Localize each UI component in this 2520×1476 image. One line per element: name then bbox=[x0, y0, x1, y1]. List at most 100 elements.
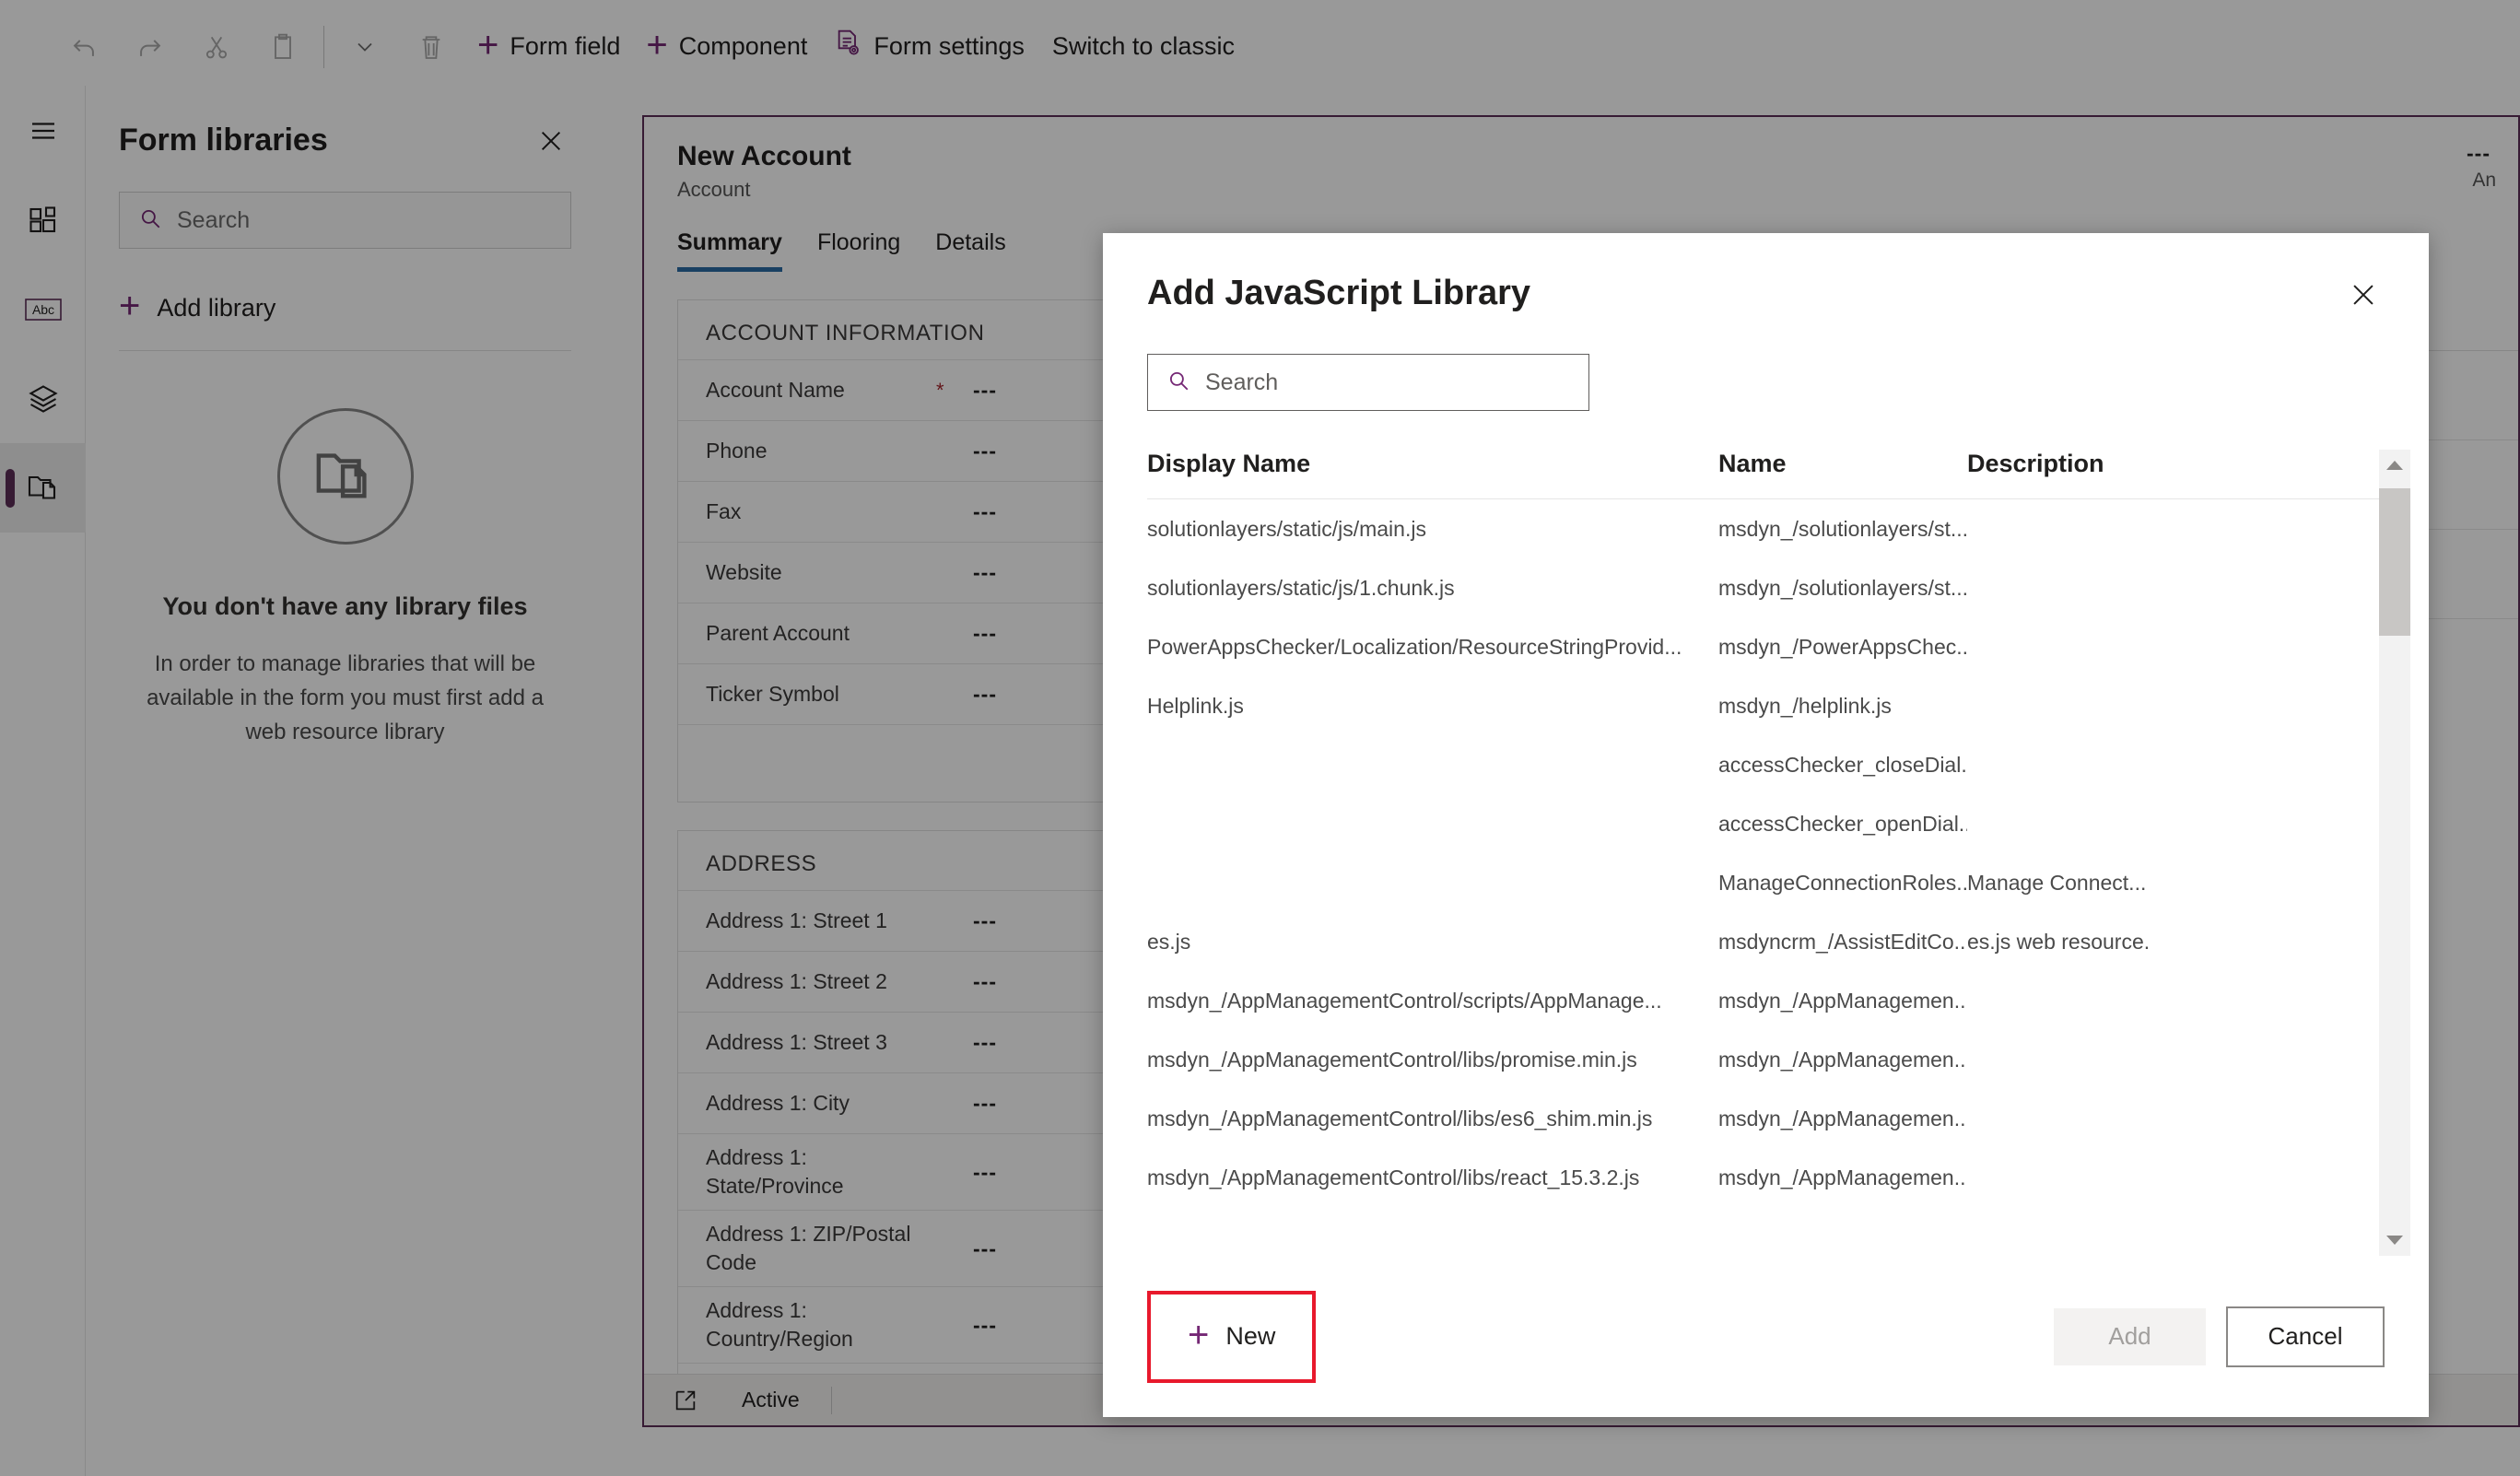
field-value: --- bbox=[973, 908, 997, 932]
component-label: Component bbox=[678, 32, 808, 60]
tab-details[interactable]: Details bbox=[935, 229, 1005, 272]
open-in-new-icon[interactable] bbox=[661, 1388, 710, 1413]
status-divider bbox=[830, 1386, 832, 1414]
empty-state-title: You don't have any library files bbox=[162, 592, 528, 620]
dialog-search-input[interactable]: Search bbox=[1147, 354, 1589, 411]
table-row[interactable]: solutionlayers/static/js/1.chunk.js msdy… bbox=[1147, 558, 2379, 617]
plus-icon: + bbox=[646, 24, 668, 65]
library-files-icon bbox=[310, 442, 381, 511]
table-row[interactable]: es.js msdyncrm_/AssistEditCo... es.js we… bbox=[1147, 912, 2379, 971]
cell-description: es.js web resource. bbox=[1967, 929, 2151, 954]
cell-display-name: msdyn_/AppManagementControl/scripts/AppM… bbox=[1147, 988, 1662, 1013]
table-row[interactable]: Helplink.js msdyn_/helplink.js bbox=[1147, 676, 2379, 735]
table-row[interactable]: accessChecker_openDial... bbox=[1147, 794, 2379, 853]
column-header-display-name[interactable]: Display Name bbox=[1147, 450, 1718, 478]
svg-text:Abc: Abc bbox=[31, 302, 53, 317]
empty-state-subtitle: In order to manage libraries that will b… bbox=[147, 651, 544, 745]
cancel-button[interactable]: Cancel bbox=[2226, 1306, 2385, 1367]
cell-display-name: msdyn_/AppManagementControl/libs/es6_shi… bbox=[1147, 1106, 1653, 1130]
scrollbar-track[interactable] bbox=[2379, 481, 2410, 1256]
cell-description: Manage Connect... bbox=[1967, 870, 2147, 895]
search-placeholder: Search bbox=[1205, 369, 1279, 395]
field-value: --- bbox=[973, 1312, 997, 1337]
right-top-value: --- bbox=[2467, 141, 2491, 165]
form-libraries-icon bbox=[25, 469, 62, 507]
scrollbar-thumb[interactable] bbox=[2379, 488, 2410, 636]
cut-icon[interactable] bbox=[183, 19, 250, 75]
dialog-scrollbar[interactable] bbox=[2379, 450, 2410, 1256]
component-button[interactable]: + Component bbox=[633, 19, 820, 75]
delete-icon[interactable] bbox=[398, 19, 464, 75]
toolbar-divider bbox=[323, 25, 324, 68]
table-row[interactable]: msdyn_/AppManagementControl/libs/react_1… bbox=[1147, 1148, 2379, 1207]
add-library-label: Add library bbox=[157, 293, 276, 322]
table-row[interactable]: msdyn_/AppManagementControl/libs/promise… bbox=[1147, 1030, 2379, 1089]
page-title: Form libraries bbox=[119, 123, 328, 158]
paste-icon[interactable] bbox=[250, 19, 316, 75]
table-row[interactable]: solutionlayers/static/js/main.js msdyn_/… bbox=[1147, 499, 2379, 558]
tab-flooring[interactable]: Flooring bbox=[817, 229, 900, 272]
column-header-name[interactable]: Name bbox=[1718, 450, 1967, 478]
new-label: New bbox=[1225, 1322, 1276, 1350]
cell-name: accessChecker_closeDial... bbox=[1718, 752, 1967, 777]
field-label: Fax bbox=[706, 498, 742, 523]
add-button[interactable]: Add bbox=[2054, 1307, 2206, 1365]
field-value: --- bbox=[973, 1236, 997, 1260]
field-value: --- bbox=[973, 1159, 997, 1184]
add-library-button[interactable]: + Add library bbox=[119, 284, 571, 332]
form-libraries-search-input[interactable]: Search bbox=[119, 192, 571, 249]
field-label: Address 1: Street 1 bbox=[706, 908, 887, 932]
cell-display-name: msdyn_/AppManagementControl/libs/promise… bbox=[1147, 1047, 1637, 1072]
form-field-button[interactable]: + Form field bbox=[464, 19, 633, 75]
dialog-table-wrapper: Display Name Name Description solutionla… bbox=[1103, 450, 2429, 1256]
scroll-up-icon[interactable] bbox=[2379, 450, 2410, 481]
table-row[interactable]: accessChecker_closeDial... bbox=[1147, 735, 2379, 794]
table-row[interactable]: msdyn_/AppManagementControl/scripts/AppM… bbox=[1147, 971, 2379, 1030]
switch-to-classic-label: Switch to classic bbox=[1051, 32, 1235, 60]
table-row[interactable]: PowerAppsChecker/Localization/ResourceSt… bbox=[1147, 617, 2379, 676]
scroll-down-icon[interactable] bbox=[2379, 1224, 2410, 1256]
plus-icon: + bbox=[477, 24, 499, 65]
layers-icon[interactable] bbox=[0, 354, 86, 443]
new-button[interactable]: + New bbox=[1147, 1290, 1317, 1383]
close-icon[interactable] bbox=[531, 123, 571, 164]
close-icon[interactable] bbox=[2342, 274, 2385, 321]
switch-to-classic-button[interactable]: Switch to classic bbox=[1037, 19, 1249, 75]
selection-indicator bbox=[6, 469, 15, 508]
field-value: --- bbox=[973, 621, 997, 645]
cell-name: msdyn_/helplink.js bbox=[1718, 693, 1892, 718]
cell-name: msdyn_/solutionlayers/st... bbox=[1718, 516, 1967, 541]
table-header-row: Display Name Name Description bbox=[1147, 450, 2379, 499]
field-value: --- bbox=[973, 1091, 997, 1115]
cell-name: msdyn_/AppManagemen... bbox=[1718, 1106, 1967, 1130]
text-abc-icon[interactable]: Abc bbox=[0, 264, 86, 354]
form-settings-button[interactable]: Form settings bbox=[820, 19, 1037, 75]
field-label: Parent Account bbox=[706, 620, 850, 645]
field-label: Address 1: City bbox=[706, 1090, 850, 1115]
form-field-label: Form field bbox=[510, 32, 621, 60]
add-javascript-library-dialog: Add JavaScript Library Search Display Na… bbox=[1103, 233, 2429, 1417]
status-badge: Active bbox=[742, 1388, 800, 1412]
left-icon-rail: Abc bbox=[0, 86, 86, 1476]
hamburger-menu-icon[interactable] bbox=[0, 86, 86, 175]
tab-summary[interactable]: Summary bbox=[677, 229, 782, 272]
components-icon[interactable] bbox=[0, 175, 86, 264]
undo-icon[interactable] bbox=[51, 19, 117, 75]
table-row[interactable]: msdyn_/AppManagementControl/libs/es6_shi… bbox=[1147, 1089, 2379, 1148]
field-label: Address 1: Street 3 bbox=[706, 1029, 887, 1054]
field-label: Address 1: ZIP/Postal Code bbox=[706, 1222, 911, 1275]
field-value: --- bbox=[973, 560, 997, 584]
chevron-down-icon[interactable] bbox=[332, 19, 398, 75]
field-value: --- bbox=[973, 499, 997, 523]
right-top-subtitle: An bbox=[2472, 170, 2496, 191]
cell-display-name: Helplink.js bbox=[1147, 693, 1244, 718]
cell-name: msdyn_/solutionlayers/st... bbox=[1718, 575, 1967, 600]
sidebar-item-form-libraries[interactable] bbox=[0, 443, 86, 533]
column-header-description[interactable]: Description bbox=[1967, 450, 2188, 478]
cell-name: msdyn_/AppManagemen... bbox=[1718, 1165, 1967, 1189]
cell-display-name: es.js bbox=[1147, 929, 1191, 954]
redo-icon[interactable] bbox=[117, 19, 183, 75]
cell-display-name: msdyn_/AppManagementControl/libs/react_1… bbox=[1147, 1165, 1640, 1189]
cell-name: accessChecker_openDial... bbox=[1718, 811, 1967, 836]
table-row[interactable]: ManageConnectionRoles... Manage Connect.… bbox=[1147, 853, 2379, 912]
